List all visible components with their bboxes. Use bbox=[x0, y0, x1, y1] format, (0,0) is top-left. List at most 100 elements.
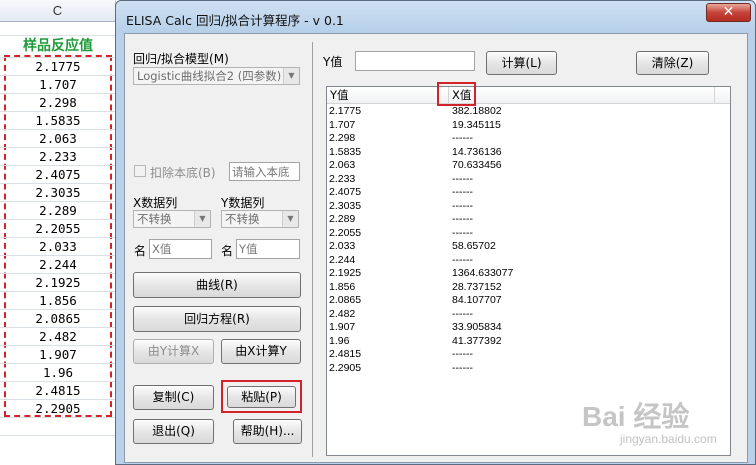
table-row[interactable]: 2.4815 ------ bbox=[327, 348, 727, 362]
sheet-cell[interactable]: 1.96 bbox=[6, 363, 110, 383]
curve-button[interactable]: 曲线(R) bbox=[133, 272, 301, 298]
row-x-value: 58.65702 bbox=[452, 240, 496, 252]
table-row[interactable]: 2.289 ------ bbox=[327, 213, 727, 227]
sheet-cell[interactable]: 2.482 bbox=[6, 327, 110, 347]
row-x-value: ------ bbox=[452, 132, 473, 144]
row-y-value: 1.856 bbox=[329, 280, 356, 293]
column-header-y[interactable]: Y值 bbox=[327, 87, 449, 104]
table-row[interactable]: 2.0865 84.107707 bbox=[327, 294, 727, 308]
grid-line bbox=[0, 255, 116, 256]
table-row[interactable]: 1.856 28.737152 bbox=[327, 281, 727, 295]
table-row[interactable]: 2.2055 ------ bbox=[327, 227, 727, 241]
row-x-value: 84.107707 bbox=[452, 294, 502, 306]
paste-highlight-box bbox=[221, 380, 302, 413]
table-row[interactable]: 2.482 ------ bbox=[327, 308, 727, 322]
window-title: ELISA Calc 回归/拟合计算程序 - v 0.1 bbox=[126, 13, 344, 28]
title-bar[interactable]: ELISA Calc 回归/拟合计算程序 - v 0.1 ✕ bbox=[116, 1, 755, 33]
sheet-cell[interactable]: 2.233 bbox=[6, 147, 110, 167]
column-header-x[interactable]: X值 bbox=[449, 87, 715, 104]
grid-line bbox=[0, 57, 116, 58]
background-input[interactable]: 请输入本底 bbox=[229, 162, 300, 181]
table-row[interactable]: 2.063 70.633456 bbox=[327, 159, 727, 173]
header-cell[interactable]: 样品反应值 bbox=[0, 35, 116, 57]
row-y-value: 2.482 bbox=[329, 307, 356, 320]
sheet-cell[interactable]: 2.2055 bbox=[6, 219, 110, 239]
y-transform-select[interactable]: 不转换 ▼ bbox=[221, 210, 299, 228]
compute-button[interactable]: 计算(L) bbox=[486, 51, 557, 75]
row-y-value: 2.1925 bbox=[329, 267, 362, 279]
row-x-value: ------ bbox=[452, 172, 473, 185]
row-y-value: 1.907 bbox=[329, 321, 356, 333]
row-y-value: 2.1775 bbox=[329, 105, 362, 117]
row-x-value: 28.737152 bbox=[452, 280, 502, 293]
model-label: 回归/拟合模型(M) bbox=[133, 52, 229, 66]
row-y-value: 2.063 bbox=[329, 159, 356, 171]
model-select[interactable]: Logistic曲线拟合2 (四参数) ▼ bbox=[133, 67, 300, 85]
sheet-cell[interactable]: 1.907 bbox=[6, 345, 110, 365]
grid-line bbox=[0, 309, 116, 310]
x-transform-value: 不转换 bbox=[137, 212, 172, 226]
table-row[interactable]: 2.1775 382.18802 bbox=[327, 105, 727, 119]
sheet-cell[interactable]: 1.707 bbox=[6, 75, 110, 95]
sheet-cell[interactable]: 2.298 bbox=[6, 93, 110, 113]
deduct-background-checkbox[interactable] bbox=[134, 165, 146, 177]
row-y-value: 2.0865 bbox=[329, 294, 362, 306]
y-name-input[interactable]: Y值 bbox=[236, 239, 300, 259]
close-button[interactable]: ✕ bbox=[706, 3, 751, 22]
sheet-cell[interactable]: 2.4815 bbox=[6, 381, 110, 401]
row-y-value: 2.4815 bbox=[329, 348, 362, 360]
row-x-value: 70.633456 bbox=[452, 159, 502, 171]
sheet-cell[interactable]: 2.3035 bbox=[6, 183, 110, 203]
sheet-cell[interactable]: 2.244 bbox=[6, 255, 110, 275]
sheet-cell[interactable]: 2.033 bbox=[6, 237, 110, 257]
sheet-cell[interactable]: 2.289 bbox=[6, 201, 110, 221]
grid-line bbox=[0, 435, 116, 436]
regression-equation-button[interactable]: 回归方程(R) bbox=[133, 306, 301, 332]
table-row[interactable]: 2.033 58.65702 bbox=[327, 240, 727, 254]
grid-line bbox=[0, 381, 116, 382]
exit-button[interactable]: 退出(Q) bbox=[133, 419, 214, 444]
clear-button[interactable]: 清除(Z) bbox=[636, 51, 709, 75]
row-x-value: ------ bbox=[452, 226, 473, 239]
row-y-value: 2.2905 bbox=[329, 361, 362, 374]
table-row[interactable]: 2.3035 ------ bbox=[327, 200, 727, 214]
sheet-cell[interactable]: 2.1925 bbox=[6, 273, 110, 293]
table-row[interactable]: 2.298 ------ bbox=[327, 132, 727, 146]
table-row[interactable]: 1.707 19.345115 bbox=[327, 119, 727, 133]
grid-line bbox=[0, 129, 116, 130]
grid-line bbox=[0, 291, 116, 292]
row-y-value: 1.5835 bbox=[329, 145, 362, 158]
sheet-cell[interactable]: 2.4075 bbox=[6, 165, 110, 185]
row-y-value: 2.2055 bbox=[329, 226, 362, 239]
calc-x-from-y-button[interactable]: 由Y计算X bbox=[133, 339, 214, 364]
help-button[interactable]: 帮助(H)... bbox=[233, 419, 302, 444]
column-header-c[interactable]: C bbox=[0, 0, 116, 22]
model-select-value: Logistic曲线拟合2 (四参数) bbox=[137, 69, 282, 83]
row-x-value: ------ bbox=[452, 186, 473, 198]
x-name-input[interactable]: X值 bbox=[149, 239, 212, 259]
sheet-cell[interactable]: 2.2905 bbox=[6, 399, 110, 419]
table-row[interactable]: 1.96 41.377392 bbox=[327, 335, 727, 349]
x-transform-select[interactable]: 不转换 ▼ bbox=[133, 210, 211, 228]
grid-line bbox=[0, 327, 116, 328]
table-row[interactable]: 2.1925 1364.633077 bbox=[327, 267, 727, 281]
row-y-value: 2.4075 bbox=[329, 186, 362, 198]
row-x-value: 382.18802 bbox=[452, 105, 502, 117]
sheet-cell[interactable]: 1.5835 bbox=[6, 111, 110, 131]
table-row[interactable]: 2.2905 ------ bbox=[327, 362, 727, 376]
sheet-cell[interactable]: 2.063 bbox=[6, 129, 110, 149]
copy-button[interactable]: 复制(C) bbox=[133, 385, 214, 410]
table-row[interactable]: 1.5835 14.736136 bbox=[327, 146, 727, 160]
y-value-input[interactable] bbox=[355, 51, 475, 71]
calc-y-from-x-button[interactable]: 由X计算Y bbox=[221, 339, 301, 364]
grid-line bbox=[0, 183, 116, 184]
sheet-cell[interactable]: 2.0865 bbox=[6, 309, 110, 329]
sheet-cell[interactable]: 2.1775 bbox=[6, 57, 110, 77]
chevron-down-icon: ▼ bbox=[283, 68, 299, 84]
table-row[interactable]: 2.233 ------ bbox=[327, 173, 727, 187]
row-x-value: 41.377392 bbox=[452, 334, 502, 347]
table-row[interactable]: 2.244 ------ bbox=[327, 254, 727, 268]
sheet-cell[interactable]: 1.856 bbox=[6, 291, 110, 311]
table-row[interactable]: 1.907 33.905834 bbox=[327, 321, 727, 335]
table-row[interactable]: 2.4075 ------ bbox=[327, 186, 727, 200]
